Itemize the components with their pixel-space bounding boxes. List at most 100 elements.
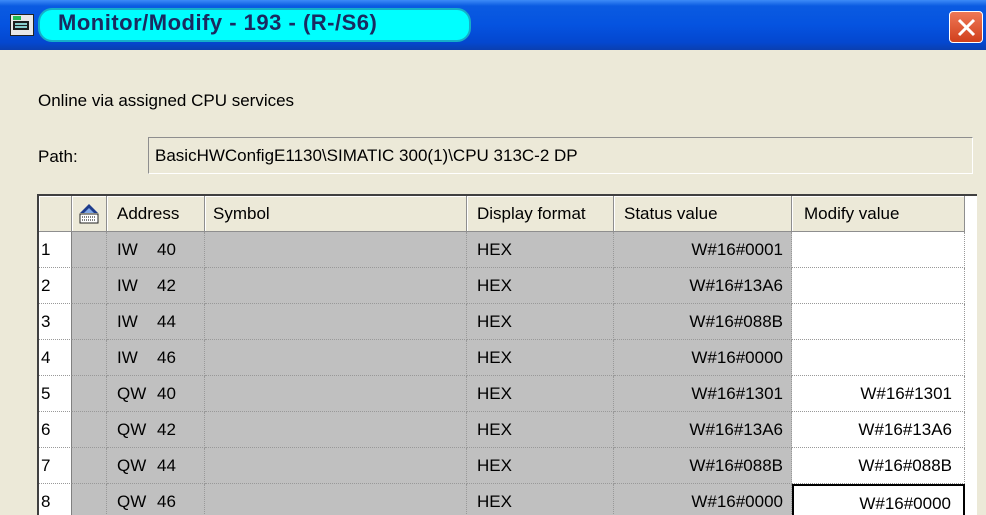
- address-offset: 46: [157, 348, 176, 367]
- symbol-cell[interactable]: [205, 484, 467, 515]
- row-icon-cell: [72, 412, 107, 448]
- row-icon-cell: [72, 484, 107, 515]
- row-number-label: 8: [41, 492, 51, 511]
- symbol-cell[interactable]: [205, 232, 467, 268]
- row-number[interactable]: 3: [39, 304, 72, 340]
- row-number[interactable]: 8: [39, 484, 72, 515]
- title-bar[interactable]: Monitor/Modify - 193 - (R-/S6): [0, 0, 986, 50]
- symbol-cell[interactable]: [205, 340, 467, 376]
- window-title: Monitor/Modify - 193 - (R-/S6): [58, 10, 378, 35]
- symbol-header-label: Symbol: [213, 204, 270, 223]
- row-icon-cell: [72, 340, 107, 376]
- display-format-cell[interactable]: HEX: [467, 304, 614, 340]
- header-corner: [39, 196, 72, 232]
- display-format-value: HEX: [477, 456, 512, 475]
- symbol-cell[interactable]: [205, 304, 467, 340]
- display-format-value: HEX: [477, 420, 512, 439]
- modify-value-cell[interactable]: W#16#088B: [792, 448, 965, 484]
- table-row[interactable]: 5 QW 40 HEX W#16#1301 W#16#1301: [39, 376, 977, 412]
- column-header-symbol[interactable]: Symbol: [205, 196, 467, 232]
- path-label: Path:: [38, 147, 78, 166]
- symbol-cell[interactable]: [205, 448, 467, 484]
- display-format-cell[interactable]: HEX: [467, 412, 614, 448]
- row-number[interactable]: 4: [39, 340, 72, 376]
- row-icon-cell: [72, 268, 107, 304]
- display-format-cell[interactable]: HEX: [467, 448, 614, 484]
- display-format-cell[interactable]: HEX: [467, 268, 614, 304]
- table-row[interactable]: 8 QW 46 HEX W#16#0000 W#16#0000: [39, 484, 977, 515]
- symbol-cell[interactable]: [205, 376, 467, 412]
- symbol-cell[interactable]: [205, 412, 467, 448]
- table-row[interactable]: 7 QW 44 HEX W#16#088B W#16#088B: [39, 448, 977, 484]
- monitor-table[interactable]: Address Symbol Display format Status val…: [37, 194, 977, 515]
- modify-value-cell[interactable]: W#16#13A6: [792, 412, 965, 448]
- address-cell[interactable]: IW 46: [107, 340, 205, 376]
- address-header-label: Address: [117, 204, 180, 223]
- display-format-value: HEX: [477, 240, 512, 259]
- address-offset: 40: [157, 384, 176, 403]
- table-row[interactable]: 1 IW 40 HEX W#16#0001: [39, 232, 977, 268]
- column-header-display-format[interactable]: Display format: [467, 196, 614, 232]
- column-header-address[interactable]: Address: [107, 196, 205, 232]
- row-number[interactable]: 6: [39, 412, 72, 448]
- status-value-cell: W#16#1301: [614, 376, 792, 412]
- address-area: QW: [117, 384, 147, 403]
- status-value-header-label: Status value: [624, 204, 718, 223]
- table-row[interactable]: 3 IW 44 HEX W#16#088B: [39, 304, 977, 340]
- modify-value-cell-selected[interactable]: W#16#0000: [792, 484, 965, 515]
- status-value-cell: W#16#0000: [614, 340, 792, 376]
- status-value: W#16#13A6: [689, 276, 783, 295]
- symbol-cell[interactable]: [205, 268, 467, 304]
- row-number[interactable]: 1: [39, 232, 72, 268]
- address-cell[interactable]: QW 46: [107, 484, 205, 515]
- modify-value-cell[interactable]: [792, 340, 965, 376]
- table-row[interactable]: 2 IW 42 HEX W#16#13A6: [39, 268, 977, 304]
- modify-value-cell[interactable]: [792, 232, 965, 268]
- modify-value-cell[interactable]: W#16#1301: [792, 376, 965, 412]
- status-value-cell: W#16#088B: [614, 304, 792, 340]
- address-cell[interactable]: IW 44: [107, 304, 205, 340]
- column-settings-button[interactable]: [72, 196, 107, 232]
- row-number-label: 2: [41, 276, 51, 295]
- display-format-cell[interactable]: HEX: [467, 484, 614, 515]
- display-format-value: HEX: [477, 312, 512, 331]
- row-number[interactable]: 5: [39, 376, 72, 412]
- modify-value-cell[interactable]: [792, 268, 965, 304]
- status-value-cell: W#16#13A6: [614, 412, 792, 448]
- row-number-label: 4: [41, 348, 51, 367]
- address-cell[interactable]: QW 42: [107, 412, 205, 448]
- path-field: BasicHWConfigE1130\SIMATIC 300(1)\CPU 31…: [148, 137, 973, 174]
- row-number[interactable]: 2: [39, 268, 72, 304]
- modify-value: W#16#088B: [858, 456, 952, 475]
- address-cell[interactable]: QW 44: [107, 448, 205, 484]
- row-icon-cell: [72, 304, 107, 340]
- display-format-cell[interactable]: HEX: [467, 340, 614, 376]
- status-value: W#16#088B: [689, 312, 783, 331]
- row-number[interactable]: 7: [39, 448, 72, 484]
- table-row[interactable]: 4 IW 46 HEX W#16#0000: [39, 340, 977, 376]
- address-cell[interactable]: IW 40: [107, 232, 205, 268]
- status-value-cell: W#16#088B: [614, 448, 792, 484]
- status-value-cell: W#16#13A6: [614, 268, 792, 304]
- close-button[interactable]: [949, 11, 983, 43]
- address-offset: 46: [157, 492, 176, 511]
- column-header-status-value[interactable]: Status value: [614, 196, 792, 232]
- column-header-modify-value[interactable]: Modify value: [792, 196, 965, 232]
- modify-value-cell[interactable]: [792, 304, 965, 340]
- display-format-cell[interactable]: HEX: [467, 376, 614, 412]
- address-cell[interactable]: IW 42: [107, 268, 205, 304]
- status-value: W#16#0000: [691, 348, 783, 367]
- row-number-label: 5: [41, 384, 51, 403]
- connection-status: Online via assigned CPU services: [38, 91, 295, 110]
- status-value: W#16#13A6: [689, 420, 783, 439]
- address-offset: 42: [157, 420, 176, 439]
- address-cell[interactable]: QW 40: [107, 376, 205, 412]
- row-icon-cell: [72, 232, 107, 268]
- monitor-app-icon[interactable]: [10, 14, 34, 36]
- table-row[interactable]: 6 QW 42 HEX W#16#13A6 W#16#13A6: [39, 412, 977, 448]
- display-format-value: HEX: [477, 348, 512, 367]
- display-format-cell[interactable]: HEX: [467, 232, 614, 268]
- display-format-value: HEX: [477, 276, 512, 295]
- row-number-label: 6: [41, 420, 51, 439]
- modify-value: W#16#13A6: [858, 420, 952, 439]
